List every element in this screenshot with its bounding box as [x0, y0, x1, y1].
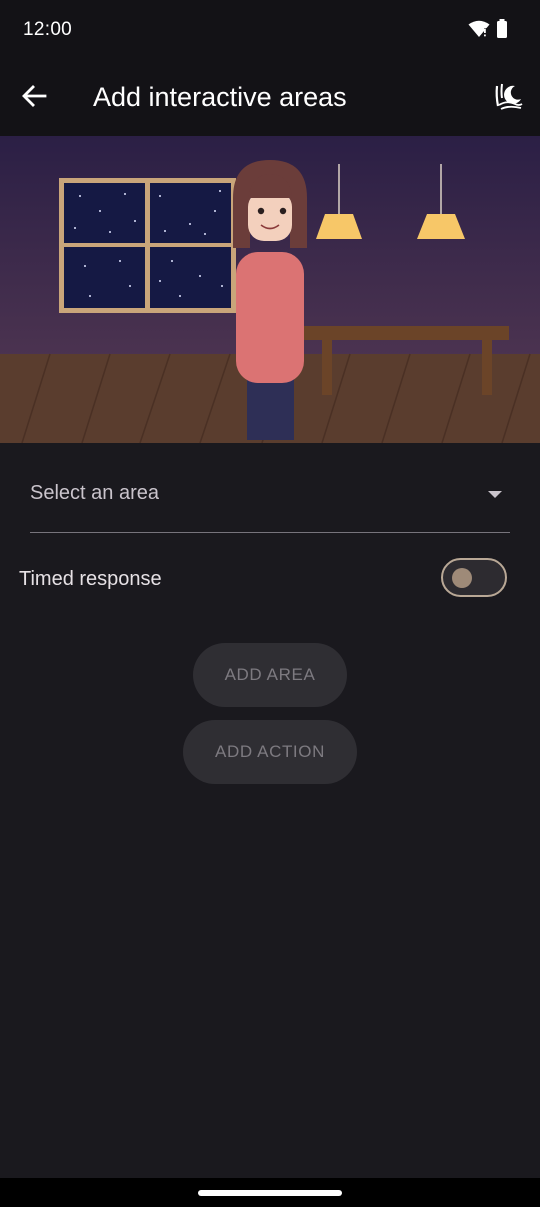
area-select-dropdown[interactable]: Select an area [30, 458, 510, 533]
home-gesture-handle[interactable] [198, 1190, 342, 1196]
navigation-bar [0, 1178, 540, 1207]
add-area-button[interactable]: ADD AREA [193, 643, 347, 707]
scene-preview[interactable] [0, 136, 540, 443]
area-select-placeholder: Select an area [30, 482, 159, 504]
timed-response-row: Timed response [19, 558, 507, 602]
timed-response-label: Timed response [19, 568, 162, 590]
scene-edit-button[interactable] [490, 80, 526, 116]
timed-response-switch[interactable] [441, 558, 507, 597]
app-bar: Add interactive areas [0, 60, 540, 136]
status-icons [468, 19, 508, 43]
arrow-back-icon [21, 83, 47, 114]
status-bar: 12:00 [0, 0, 540, 60]
add-action-button[interactable]: ADD ACTION [183, 720, 357, 784]
dropdown-arrow-icon [488, 486, 502, 504]
window-illustration [59, 178, 236, 313]
back-button[interactable] [12, 76, 56, 120]
page-title: Add interactive areas [93, 82, 347, 112]
wifi-icon [468, 20, 490, 43]
scene-edit-icon [493, 82, 523, 115]
battery-icon [496, 19, 508, 43]
switch-thumb [452, 568, 472, 588]
status-time: 12:00 [23, 19, 73, 40]
